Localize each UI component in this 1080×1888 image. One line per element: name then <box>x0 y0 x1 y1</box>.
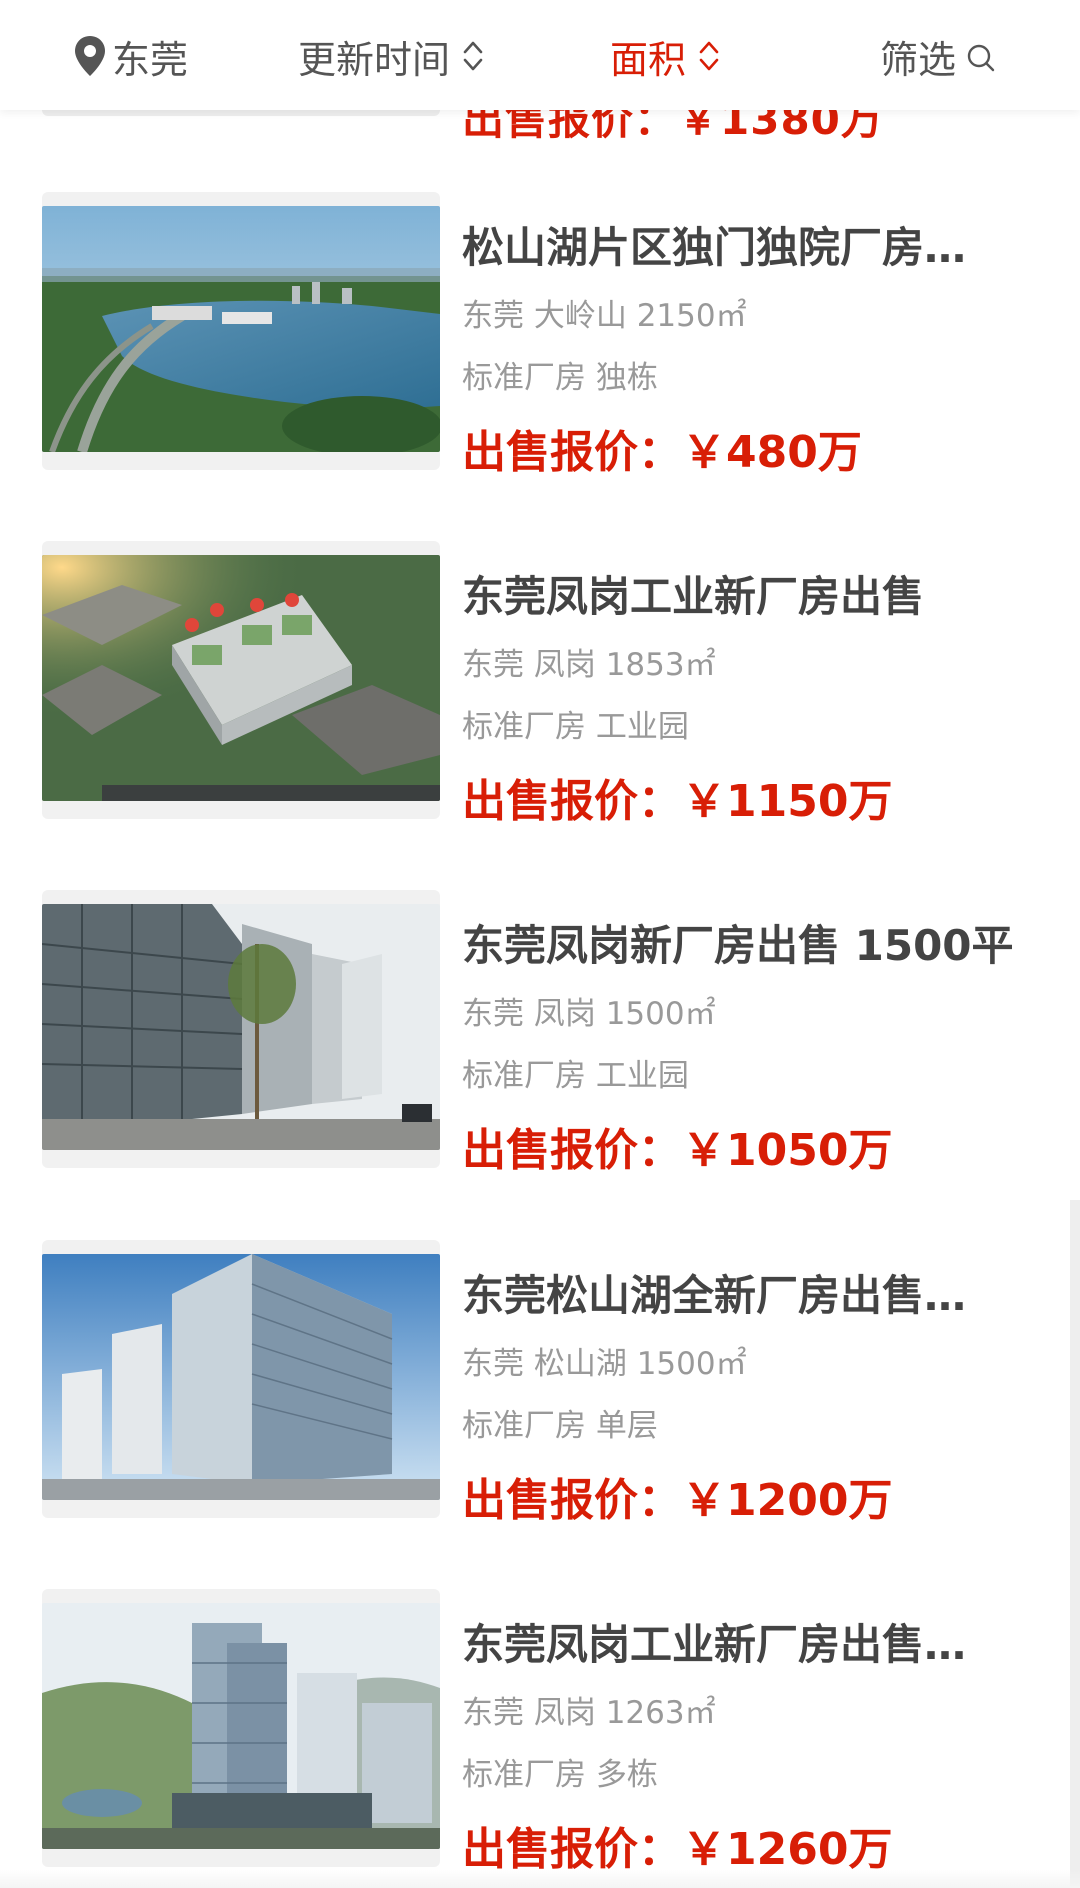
listing-card[interactable]: 东莞松山湖全新厂房出售… 东莞 松山湖 1500㎡ 标准厂房 单层 出售报价：￥… <box>0 1240 1080 1530</box>
listing-thumbnail <box>42 890 440 1168</box>
sort-by-update-time[interactable]: 更新时间 <box>298 26 486 86</box>
city-label: 东莞 <box>112 37 189 82</box>
glass-tower-rendering <box>42 1254 440 1500</box>
sort-area-label: 面积 <box>610 37 687 82</box>
listing-tags: 标准厂房 工业园 <box>462 1058 689 1094</box>
listing-price: 出售报价：￥480万 <box>462 427 862 478</box>
hillside-towers-rendering <box>42 1603 440 1849</box>
search-icon <box>967 44 995 72</box>
listing-tags: 标准厂房 工业园 <box>462 709 689 745</box>
listing-price: 出售报价：￥1200万 <box>462 1475 893 1526</box>
lake-aerial-photo <box>42 206 440 452</box>
listing-price: 出售报价：￥1050万 <box>462 1125 893 1176</box>
filter-button[interactable]: 筛选 <box>880 26 996 86</box>
sort-time-label: 更新时间 <box>298 37 451 82</box>
listing-card[interactable]: 松山湖片区独门独院厂房… 东莞 大岭山 2150㎡ 标准厂房 独栋 出售报价：￥… <box>0 192 1080 482</box>
city-selector[interactable]: 东莞 <box>72 26 188 86</box>
filter-bar: 东莞 更新时间 面积 筛选 <box>0 0 1080 110</box>
street-buildings-photo <box>42 904 440 1150</box>
listing-tags: 标准厂房 独栋 <box>462 360 658 396</box>
scrollbar-track[interactable] <box>1070 1200 1080 1888</box>
listing-title: 东莞凤岗工业新厂房出售… <box>462 1620 967 1669</box>
sort-arrows-icon <box>699 41 719 71</box>
industrial-park-aerial-rendering <box>42 555 440 801</box>
listing-title: 松山湖片区独门独院厂房… <box>462 223 967 272</box>
listing-tags: 标准厂房 单层 <box>462 1408 658 1444</box>
sort-by-area[interactable]: 面积 <box>610 26 722 86</box>
listing-price: 出售报价：￥1150万 <box>462 776 893 827</box>
filter-label: 筛选 <box>880 37 957 82</box>
listing-thumbnail <box>42 1240 440 1518</box>
bottom-edge <box>0 1870 1080 1888</box>
sort-arrows-icon <box>463 41 483 71</box>
listing-title: 东莞松山湖全新厂房出售… <box>462 1271 967 1320</box>
listing-tags: 标准厂房 多栋 <box>462 1757 658 1793</box>
listing-location-area: 东莞 松山湖 1500㎡ <box>462 1346 747 1382</box>
listing-card[interactable]: 东莞凤岗工业新厂房出售… 东莞 凤岗 1263㎡ 标准厂房 多栋 出售报价：￥1… <box>0 1589 1080 1879</box>
listing-location-area: 东莞 大岭山 2150㎡ <box>462 298 747 334</box>
listing-card[interactable]: 东莞凤岗工业新厂房出售 东莞 凤岗 1853㎡ 标准厂房 工业园 出售报价：￥1… <box>0 541 1080 831</box>
listing-card[interactable]: 东莞凤岗新厂房出售 1500平 东莞 凤岗 1500㎡ 标准厂房 工业园 出售报… <box>0 890 1080 1180</box>
location-pin-icon <box>75 36 105 76</box>
listing-thumbnail <box>42 541 440 819</box>
listing-title: 东莞凤岗工业新厂房出售 <box>462 572 925 621</box>
listing-thumbnail <box>42 1589 440 1867</box>
listing-price: 出售报价：￥1260万 <box>462 1824 893 1875</box>
listing-location-area: 东莞 凤岗 1853㎡ <box>462 647 716 683</box>
listing-thumbnail <box>42 192 440 470</box>
listing-location-area: 东莞 凤岗 1500㎡ <box>462 996 716 1032</box>
listing-location-area: 东莞 凤岗 1263㎡ <box>462 1695 716 1731</box>
listing-title: 东莞凤岗新厂房出售 1500平 <box>462 921 1014 970</box>
